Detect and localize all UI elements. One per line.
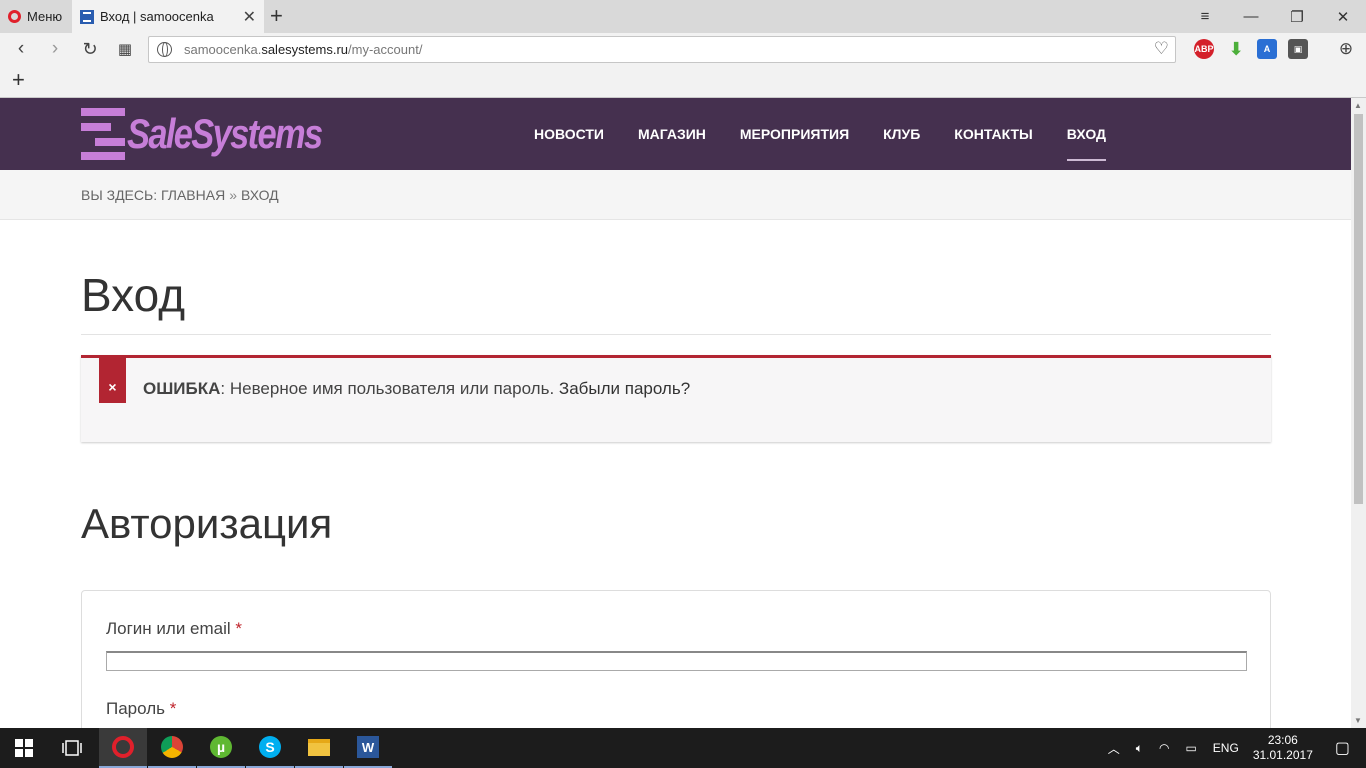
reload-icon[interactable]: ↻ <box>77 37 103 61</box>
password-label: Пароль * <box>106 699 1246 719</box>
login-section-title: Авторизация <box>81 500 333 547</box>
forward-arrow-icon[interactable]: › <box>42 37 68 61</box>
url-prefix: samoocenka. <box>184 42 262 57</box>
tab-close-icon[interactable]: ✕ <box>243 7 256 27</box>
site-header: SaleSystems НОВОСТИ МАГАЗИН МЕРОПРИЯТИЯ … <box>0 98 1351 170</box>
translate-icon[interactable]: A <box>1257 39 1277 59</box>
globe-icon <box>157 42 172 57</box>
folder-icon <box>308 738 330 756</box>
tray-chevron-up-icon[interactable]: ︿ <box>1108 740 1120 757</box>
password-label-text: Пароль <box>106 699 165 718</box>
nav-item-news[interactable]: НОВОСТИ <box>534 98 604 170</box>
error-text: : Неверное имя пользователя или пароль. <box>220 379 555 398</box>
task-view-glyph <box>62 740 82 756</box>
word-icon: W <box>357 736 379 758</box>
url-input[interactable]: samoocenka. salesystems.ru/my-account/ ♡ <box>148 36 1176 63</box>
page-viewport: SaleSystems НОВОСТИ МАГАЗИН МЕРОПРИЯТИЯ … <box>0 98 1351 728</box>
taskbar-opera-icon[interactable] <box>99 728 147 768</box>
skype-icon: S <box>259 736 281 758</box>
downloads-icon[interactable]: ⊕ <box>1333 37 1359 61</box>
utorrent-icon: µ <box>210 736 232 758</box>
login-input[interactable] <box>106 651 1247 671</box>
required-mark: * <box>169 699 177 718</box>
taskbar-explorer-icon[interactable] <box>295 728 343 768</box>
clock-time: 23:06 <box>1267 733 1298 747</box>
windows-logo-icon <box>15 739 33 757</box>
task-view-icon[interactable] <box>48 728 96 768</box>
start-button[interactable] <box>0 728 48 768</box>
bookmark-heart-icon[interactable]: ♡ <box>1154 39 1169 59</box>
browser-menu-button[interactable]: Меню <box>0 0 70 33</box>
browser-menu-label: Меню <box>27 9 63 24</box>
forgot-password-link[interactable]: Забыли пароль? <box>559 379 690 398</box>
breadcrumb-current: ВХОД <box>241 186 279 203</box>
taskbar-skype-icon[interactable]: S <box>246 728 294 768</box>
main-nav: НОВОСТИ МАГАЗИН МЕРОПРИЯТИЯ КЛУБ КОНТАКТ… <box>500 98 1107 170</box>
restore-icon[interactable]: ❐ <box>1274 0 1320 33</box>
system-tray: ︿ 🔈︎ ◠ ▭ ENG 23:06 31.01.2017 ▢ <box>1100 728 1366 768</box>
notifications-icon[interactable]: ▢ <box>1335 738 1350 758</box>
browser-tab-active[interactable]: Вход | samoocenka ✕ <box>72 0 264 33</box>
nav-item-shop[interactable]: МАГАЗИН <box>638 98 706 170</box>
breadcrumb-home-link[interactable]: ГЛАВНАЯ <box>161 187 225 203</box>
taskbar-utorrent-icon[interactable]: µ <box>197 728 245 768</box>
logo-mark-icon <box>81 106 125 162</box>
adblock-icon[interactable]: ABP <box>1194 39 1214 59</box>
site-favicon-icon <box>80 9 94 24</box>
clock-date: 31.01.2017 <box>1252 748 1313 762</box>
wifi-icon[interactable]: ◠ <box>1159 741 1169 755</box>
language-indicator[interactable]: ENG <box>1213 741 1239 755</box>
bookmarks-bar: + <box>0 65 1366 98</box>
battery-icon[interactable]: ▭ <box>1185 741 1196 755</box>
page-title: Вход <box>81 220 1271 335</box>
chrome-icon <box>161 736 183 758</box>
error-close-icon: × <box>99 355 126 403</box>
tab-menu-icon[interactable]: ≡ <box>1182 0 1228 33</box>
volume-icon[interactable]: 🔈︎ <box>1136 741 1143 756</box>
breadcrumb: ВЫ ЗДЕСЬ: ГЛАВНАЯ » ВХОД <box>0 170 1351 220</box>
opera-logo-icon <box>8 10 21 23</box>
screenshot-icon[interactable]: ▣ <box>1288 39 1308 59</box>
error-label: ОШИБКА <box>143 379 221 398</box>
windows-taskbar: µ S W ︿ 🔈︎ ◠ ▭ ENG 23:06 31.01.2017 ▢ <box>0 728 1366 768</box>
nav-item-events[interactable]: МЕРОПРИЯТИЯ <box>740 98 849 170</box>
taskbar-word-icon[interactable]: W <box>344 728 392 768</box>
page-scrollbar[interactable]: ▲ ▼ <box>1351 98 1366 728</box>
scroll-thumb[interactable] <box>1354 114 1363 504</box>
error-message: ОШИБКА: Неверное имя пользователя или па… <box>143 379 690 399</box>
taskbar-chrome-icon[interactable] <box>148 728 196 768</box>
opera-icon <box>112 736 134 758</box>
speed-dial-grid-icon[interactable]: ▦ <box>112 37 138 61</box>
login-label: Логин или email * <box>106 619 1246 639</box>
nav-item-club[interactable]: КЛУБ <box>883 98 920 170</box>
required-mark: * <box>235 619 243 638</box>
new-tab-plus-icon[interactable]: + <box>270 3 283 29</box>
scroll-down-icon[interactable]: ▼ <box>1354 716 1362 725</box>
nav-item-login[interactable]: ВХОД <box>1066 98 1107 170</box>
address-bar-row: ‹ › ↻ ▦ samoocenka. salesystems.ru/my-acc… <box>0 33 1366 65</box>
url-host: salesystems.ru <box>261 42 349 57</box>
add-bookmark-plus-icon[interactable]: + <box>12 67 25 93</box>
nav-item-contacts[interactable]: КОНТАКТЫ <box>954 98 1032 170</box>
error-notice: × ОШИБКА: Неверное имя пользователя или … <box>81 355 1271 442</box>
breadcrumb-prefix: ВЫ ЗДЕСЬ: <box>81 186 158 203</box>
download-arrow-icon[interactable]: ⬇ <box>1226 39 1246 59</box>
breadcrumb-separator: » <box>229 186 237 203</box>
site-logo[interactable]: SaleSystems <box>81 104 364 164</box>
browser-tab-bar: Меню Вход | samoocenka ✕ + ≡ — ❐ ✕ <box>0 0 1366 33</box>
login-label-text: Логин или email <box>106 619 231 638</box>
close-window-icon[interactable]: ✕ <box>1320 0 1366 33</box>
login-form: Логин или email * Пароль * <box>81 590 1271 728</box>
scroll-up-icon[interactable]: ▲ <box>1354 101 1362 110</box>
minimize-icon[interactable]: — <box>1228 0 1274 33</box>
url-path: /my-account/ <box>348 42 423 57</box>
clock[interactable]: 23:06 31.01.2017 <box>1253 733 1313 763</box>
back-arrow-icon[interactable]: ‹ <box>8 37 34 61</box>
tab-title: Вход | samoocenka <box>100 9 214 24</box>
main-content: Вход × ОШИБКА: Неверное имя пользователя… <box>0 220 1351 728</box>
logo-text: SaleSystems <box>127 110 323 157</box>
window-controls: ≡ — ❐ ✕ <box>1182 0 1366 33</box>
